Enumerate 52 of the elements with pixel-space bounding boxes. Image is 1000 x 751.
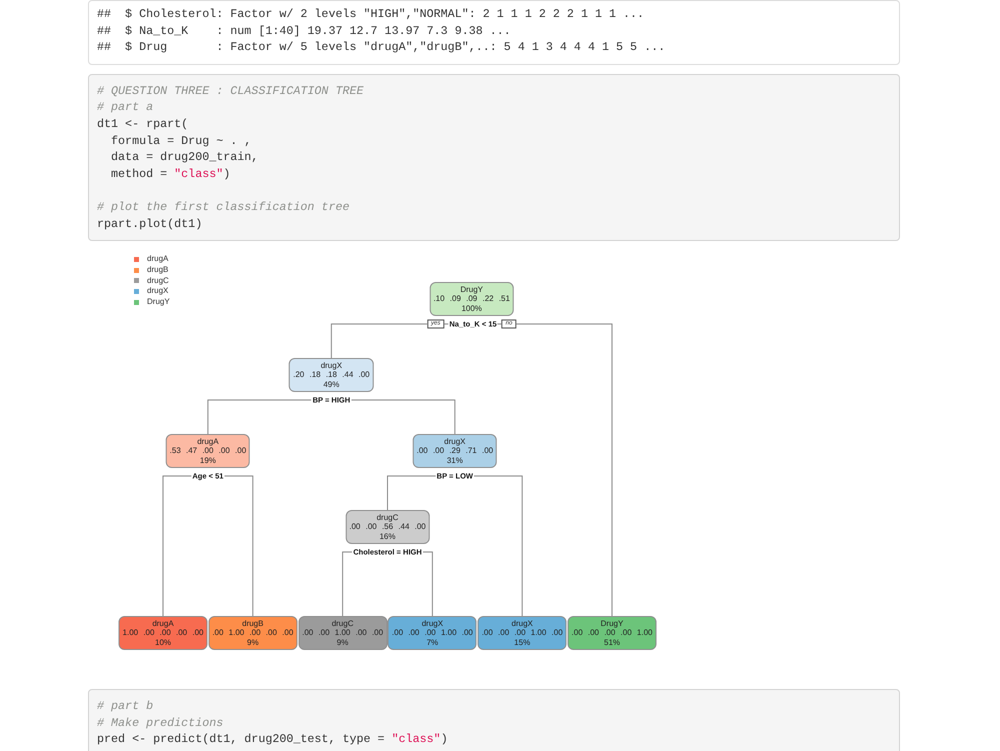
node-percentage: 16% <box>379 532 396 542</box>
code-line: # QUESTION THREE : CLASSIFICATION TREE <box>97 82 364 100</box>
node-probabilities: .00 .00 .56 .44 .00 <box>349 522 426 532</box>
node-percentage: 51% <box>604 638 620 648</box>
legend-label: drugX <box>147 286 168 297</box>
node-percentage: 49% <box>323 380 340 390</box>
node-class-label: drugX <box>422 619 444 628</box>
node-percentage: 100% <box>461 304 482 314</box>
node-probabilities: .00 .00 .29 .71 .00 <box>416 446 494 456</box>
code-line: data = drug200_train, <box>110 149 258 166</box>
code-line: # Make predictions <box>97 714 224 732</box>
output-line: ## $ Na_to_K : num [1:40] 19.37 12.7 13.97 7.3 9.38 ... <box>97 22 511 40</box>
node-probabilities: .10 .09 .09 .22 .51 <box>433 294 510 304</box>
node-probabilities: .00 .00 .00 .00 1.00 <box>572 628 652 638</box>
node-class-label: drugC <box>332 619 354 628</box>
node-class-label: drugX <box>512 619 533 628</box>
node-percentage: 19% <box>200 456 216 466</box>
node-percentage: 9% <box>336 638 348 648</box>
node-probabilities: .00 .00 .00 1.00 .00 <box>392 628 473 638</box>
node-percentage: 9% <box>247 638 259 648</box>
node-probabilities: 1.00 .00 .00 .00 .00 <box>122 628 204 638</box>
node-class-label: drugA <box>197 437 219 446</box>
node-percentage: 15% <box>514 638 530 648</box>
legend-label: drugA <box>147 254 168 265</box>
code-line: # part a <box>97 99 154 116</box>
node-probabilities: .20 .18 .18 .44 .00 <box>293 370 370 380</box>
node-percentage: 7% <box>426 638 438 648</box>
code-line: method = "class") <box>110 166 230 182</box>
node-class-label: drugC <box>376 513 398 522</box>
code-line: formula = Drug ~ . , <box>110 132 252 150</box>
node-class-label: DrugY <box>600 619 624 628</box>
node-class-label: drugX <box>320 361 342 370</box>
node-class-label: drugB <box>242 619 264 628</box>
node-class-label: drugA <box>152 619 174 628</box>
output-line: ## $ Cholesterol: Factor w/ 2 levels "HIGH","NORMAL": 2 1 1 1 2 2 2 1 1 1 ... <box>97 6 644 23</box>
node-probabilities: .00 .00 1.00 .00 .00 <box>302 628 384 638</box>
node-percentage: 31% <box>446 456 463 466</box>
code-line: # plot the first classification tree <box>97 198 350 216</box>
node-probabilities: .00 .00 .00 1.00 .00 <box>482 628 563 638</box>
code-line: pred <- predict(dt1, drug200_test, type = "class") <box>97 731 448 748</box>
node-class-label: DrugY <box>460 285 484 294</box>
legend-label: drugB <box>147 264 168 276</box>
output-line: ## $ Drug : Factor w/ 5 levels "drugA","drugB",..: 5 4 1 3 4 4 4 1 5 5 ... <box>97 39 666 56</box>
legend-label: drugC <box>147 276 169 286</box>
code-line: rpart.plot(dt1) <box>97 216 202 232</box>
legend-label: DrugY <box>147 296 170 308</box>
code-line: dt1 <- rpart( <box>97 116 188 133</box>
node-class-label: drugX <box>444 437 466 446</box>
node-probabilities: .00 1.00 .00 .00 .00 <box>212 628 294 638</box>
node-probabilities: .53 .47 .00 .00 .00 <box>170 446 246 456</box>
code-line: # part b <box>97 698 154 715</box>
node-percentage: 10% <box>155 638 171 648</box>
